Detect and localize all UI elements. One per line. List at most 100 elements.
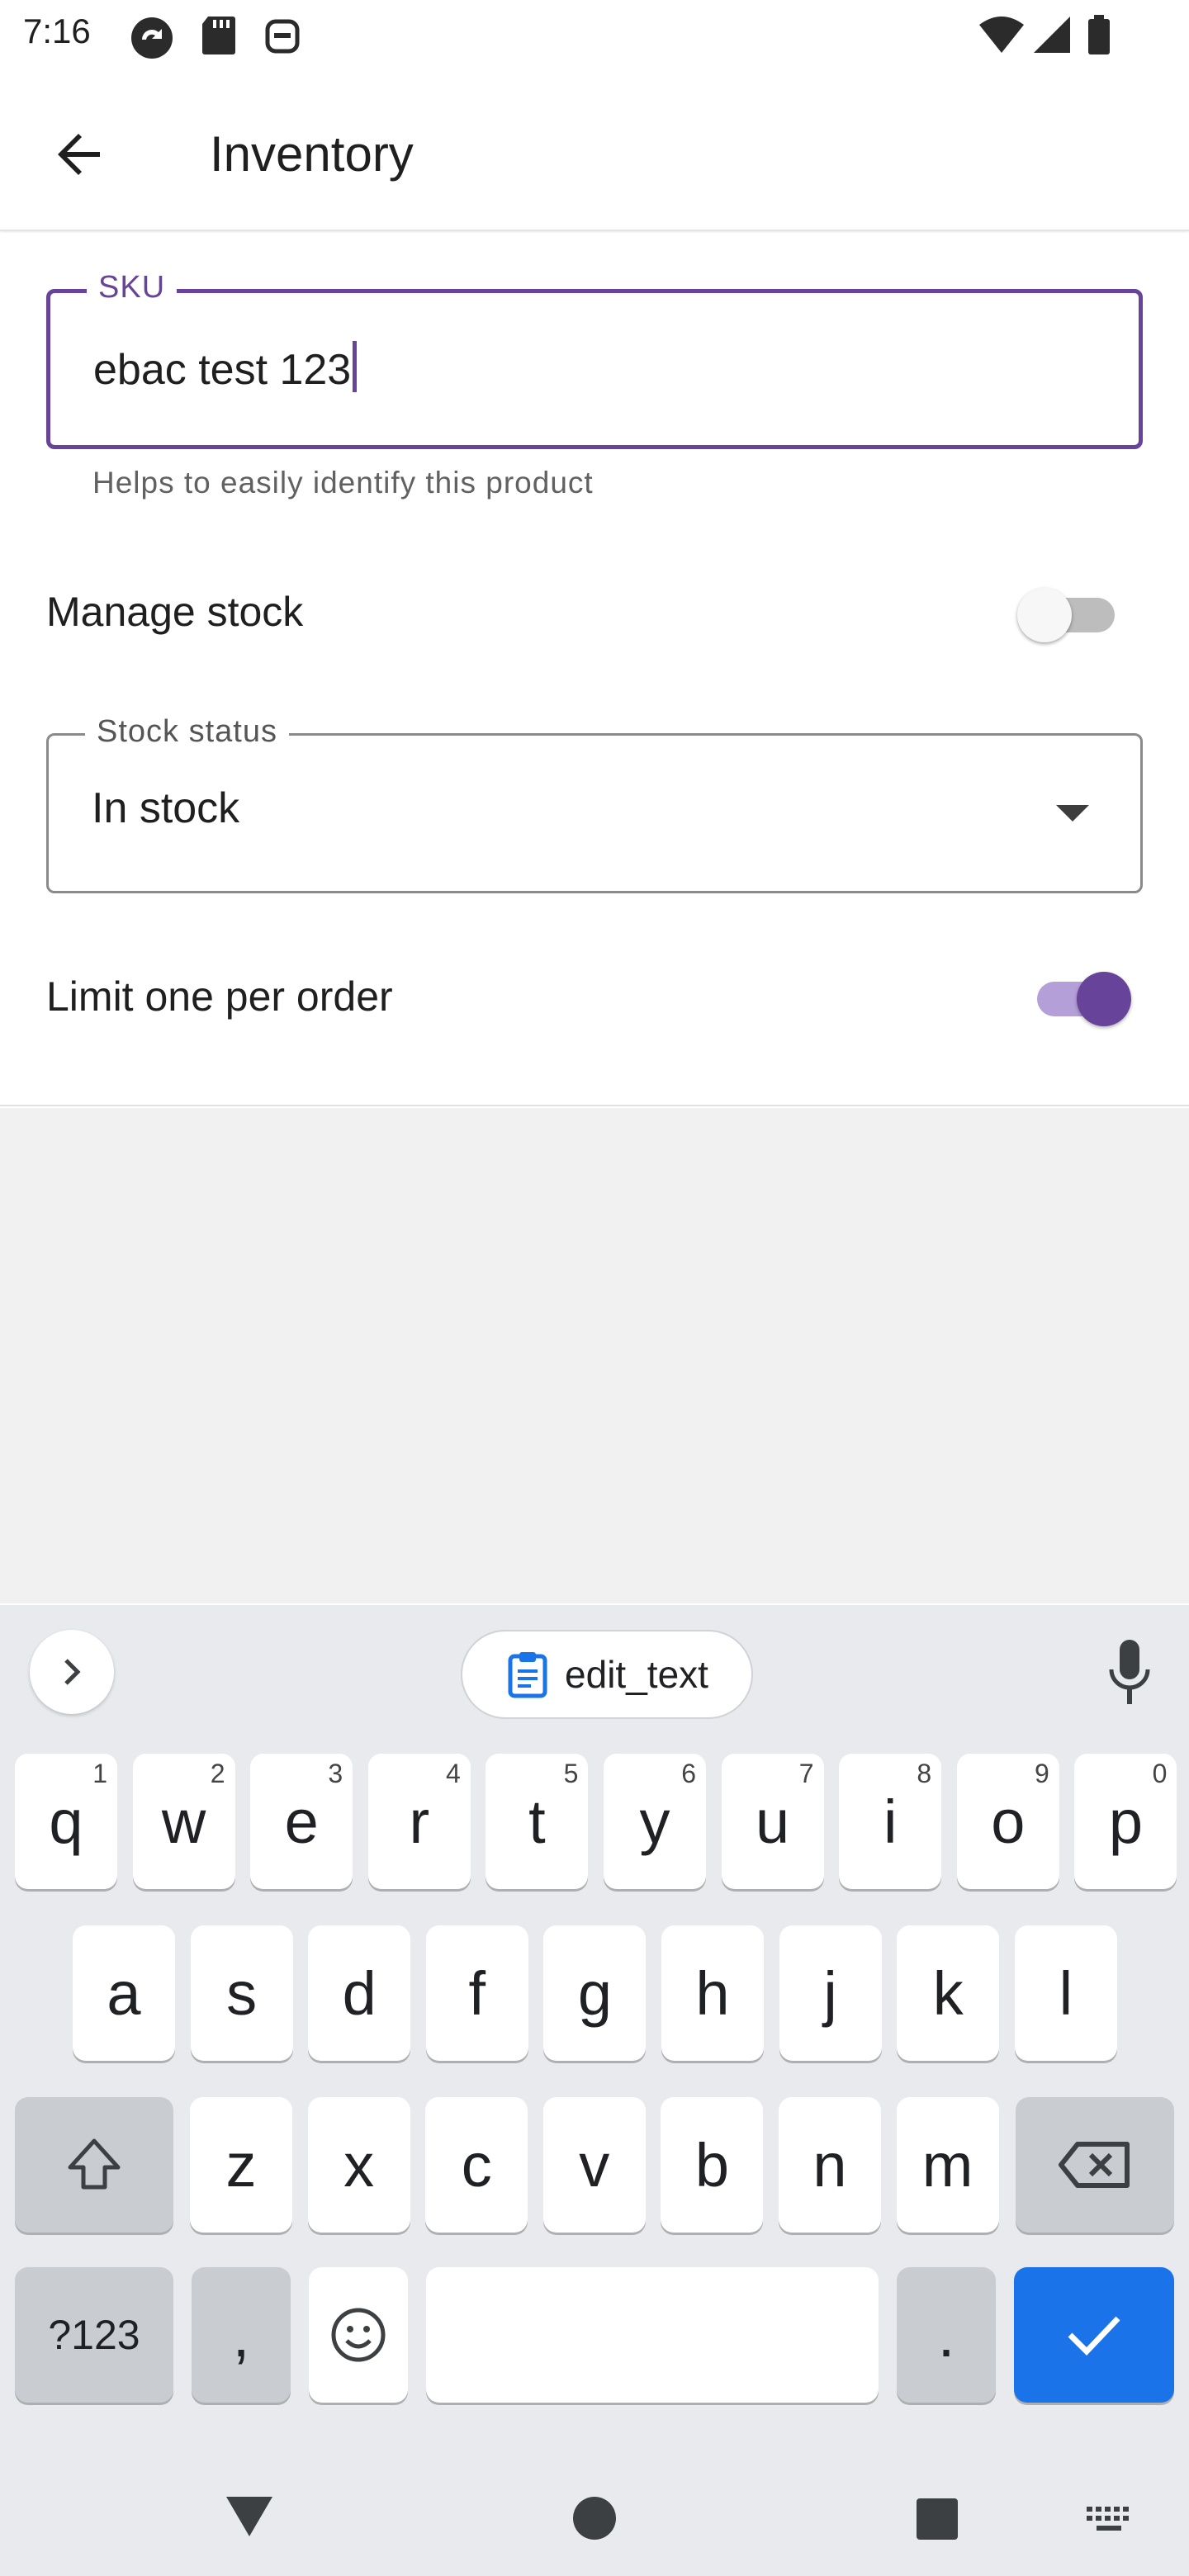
back-nav-icon[interactable] — [223, 2493, 276, 2540]
key-letter: o — [991, 1787, 1026, 1856]
empty-background — [0, 1108, 1189, 1603]
key-v[interactable]: v — [542, 2097, 646, 2233]
sync-app-icon — [131, 17, 173, 59]
key-number-hint: 3 — [328, 1759, 343, 1788]
key-h[interactable]: h — [661, 1925, 764, 2061]
debug-icon — [265, 19, 300, 54]
status-time: 7:16 — [23, 12, 91, 50]
key-letter: h — [695, 1958, 730, 2028]
key-q[interactable]: q1 — [15, 1754, 117, 1889]
space-key[interactable] — [426, 2267, 879, 2403]
chevron-right-icon — [64, 1659, 81, 1685]
key-letter: b — [694, 2130, 729, 2200]
key-b[interactable]: b — [661, 2097, 764, 2233]
key-m[interactable]: m — [896, 2097, 999, 2233]
key-letter: w — [161, 1787, 206, 1856]
navigation-bar — [0, 2419, 1189, 2576]
key-letter: v — [579, 2130, 610, 2200]
key-c[interactable]: c — [425, 2097, 528, 2233]
key-letter: u — [756, 1787, 790, 1856]
check-icon — [1068, 2316, 1120, 2356]
key-o[interactable]: o9 — [956, 1754, 1059, 1889]
manage-stock-switch[interactable] — [1017, 588, 1116, 642]
key-g[interactable]: g — [543, 1925, 647, 2061]
stock-status-dropdown[interactable]: Stock status In stock — [46, 714, 1143, 893]
key-letter: s — [226, 1958, 258, 2028]
text-cursor — [353, 341, 358, 392]
stock-status-value: In stock — [92, 784, 240, 832]
key-number-hint: 6 — [681, 1759, 696, 1788]
sku-value: ebac test 123 — [93, 346, 352, 394]
key-a[interactable]: a — [73, 1925, 175, 2061]
stock-status-label: Stock status — [85, 714, 289, 750]
microphone-icon[interactable] — [1103, 1638, 1156, 1707]
comma-key[interactable]: , — [192, 2267, 291, 2403]
emoji-key[interactable] — [309, 2267, 408, 2403]
sku-label: SKU — [87, 270, 178, 305]
key-letter: q — [49, 1787, 83, 1856]
clipboard-icon — [508, 1652, 547, 1698]
key-letter: l — [1059, 1958, 1073, 2028]
keyboard-switcher-icon[interactable] — [1085, 2505, 1135, 2533]
key-number-hint: 9 — [1035, 1759, 1049, 1788]
key-t[interactable]: t5 — [486, 1754, 589, 1889]
key-r[interactable]: r4 — [367, 1754, 471, 1889]
key-letter: j — [823, 1958, 837, 2028]
key-letter: d — [342, 1958, 377, 2028]
key-d[interactable]: d — [308, 1925, 411, 2061]
sku-input[interactable]: ebac test 123 — [93, 341, 358, 395]
key-letter: i — [883, 1787, 898, 1856]
switch-thumb — [1017, 588, 1072, 642]
app-bar: Inventory — [0, 69, 1189, 231]
key-letter: f — [468, 1958, 486, 2028]
key-letter: r — [409, 1787, 430, 1856]
key-number-hint: 0 — [1152, 1759, 1168, 1788]
battery-icon — [1088, 15, 1110, 54]
key-letter: z — [225, 2130, 257, 2200]
key-letter: m — [921, 2130, 973, 2200]
key-number-hint: 5 — [563, 1759, 579, 1788]
key-k[interactable]: k — [897, 1925, 1000, 2061]
symbols-key[interactable]: ?123 — [15, 2267, 173, 2403]
cellular-signal-icon — [1034, 17, 1070, 53]
key-j[interactable]: j — [779, 1925, 882, 2061]
sd-card-icon — [202, 17, 235, 54]
limit-one-per-order-switch[interactable] — [1026, 972, 1131, 1026]
arrow-back-icon — [58, 134, 100, 175]
key-u[interactable]: u7 — [721, 1754, 824, 1889]
key-letter: k — [932, 1958, 964, 2028]
page-title: Inventory — [210, 126, 414, 182]
dropdown-arrow-icon — [1056, 805, 1089, 822]
key-letter: g — [577, 1958, 612, 2028]
clipboard-chip-label: edit_text — [565, 1653, 708, 1696]
done-key[interactable] — [1014, 2267, 1174, 2403]
key-w[interactable]: w2 — [132, 1754, 235, 1889]
sku-field[interactable]: SKU ebac test 123 — [46, 270, 1143, 449]
expand-toolbar-button[interactable] — [30, 1630, 114, 1714]
keyboard-toolbar: edit_text — [0, 1605, 1189, 1719]
key-number-hint: 4 — [446, 1759, 461, 1788]
key-i[interactable]: i8 — [839, 1754, 942, 1889]
key-letter: c — [461, 2130, 492, 2200]
key-number-hint: 1 — [92, 1759, 107, 1788]
shift-key[interactable] — [15, 2097, 173, 2233]
inventory-form: SKU ebac test 123 Helps to easily identi… — [0, 233, 1189, 1106]
clipboard-suggestion-chip[interactable]: edit_text — [461, 1630, 753, 1719]
key-p[interactable]: p0 — [1074, 1754, 1177, 1889]
backspace-key[interactable] — [1016, 2097, 1174, 2233]
period-key[interactable]: . — [897, 2267, 996, 2403]
key-n[interactable]: n — [779, 2097, 881, 2233]
back-button[interactable] — [43, 117, 117, 192]
key-letter: y — [639, 1787, 670, 1856]
key-x[interactable]: x — [307, 2097, 410, 2233]
key-s[interactable]: s — [190, 1925, 293, 2061]
key-y[interactable]: y6 — [604, 1754, 706, 1889]
emoji-icon — [331, 2308, 386, 2362]
key-e[interactable]: e3 — [250, 1754, 353, 1889]
key-l[interactable]: l — [1014, 1925, 1117, 2061]
home-nav-icon[interactable] — [571, 2495, 618, 2541]
key-z[interactable]: z — [190, 2097, 292, 2233]
key-f[interactable]: f — [425, 1925, 528, 2061]
key-number-hint: 2 — [210, 1759, 225, 1788]
recents-nav-icon[interactable] — [915, 2497, 959, 2541]
